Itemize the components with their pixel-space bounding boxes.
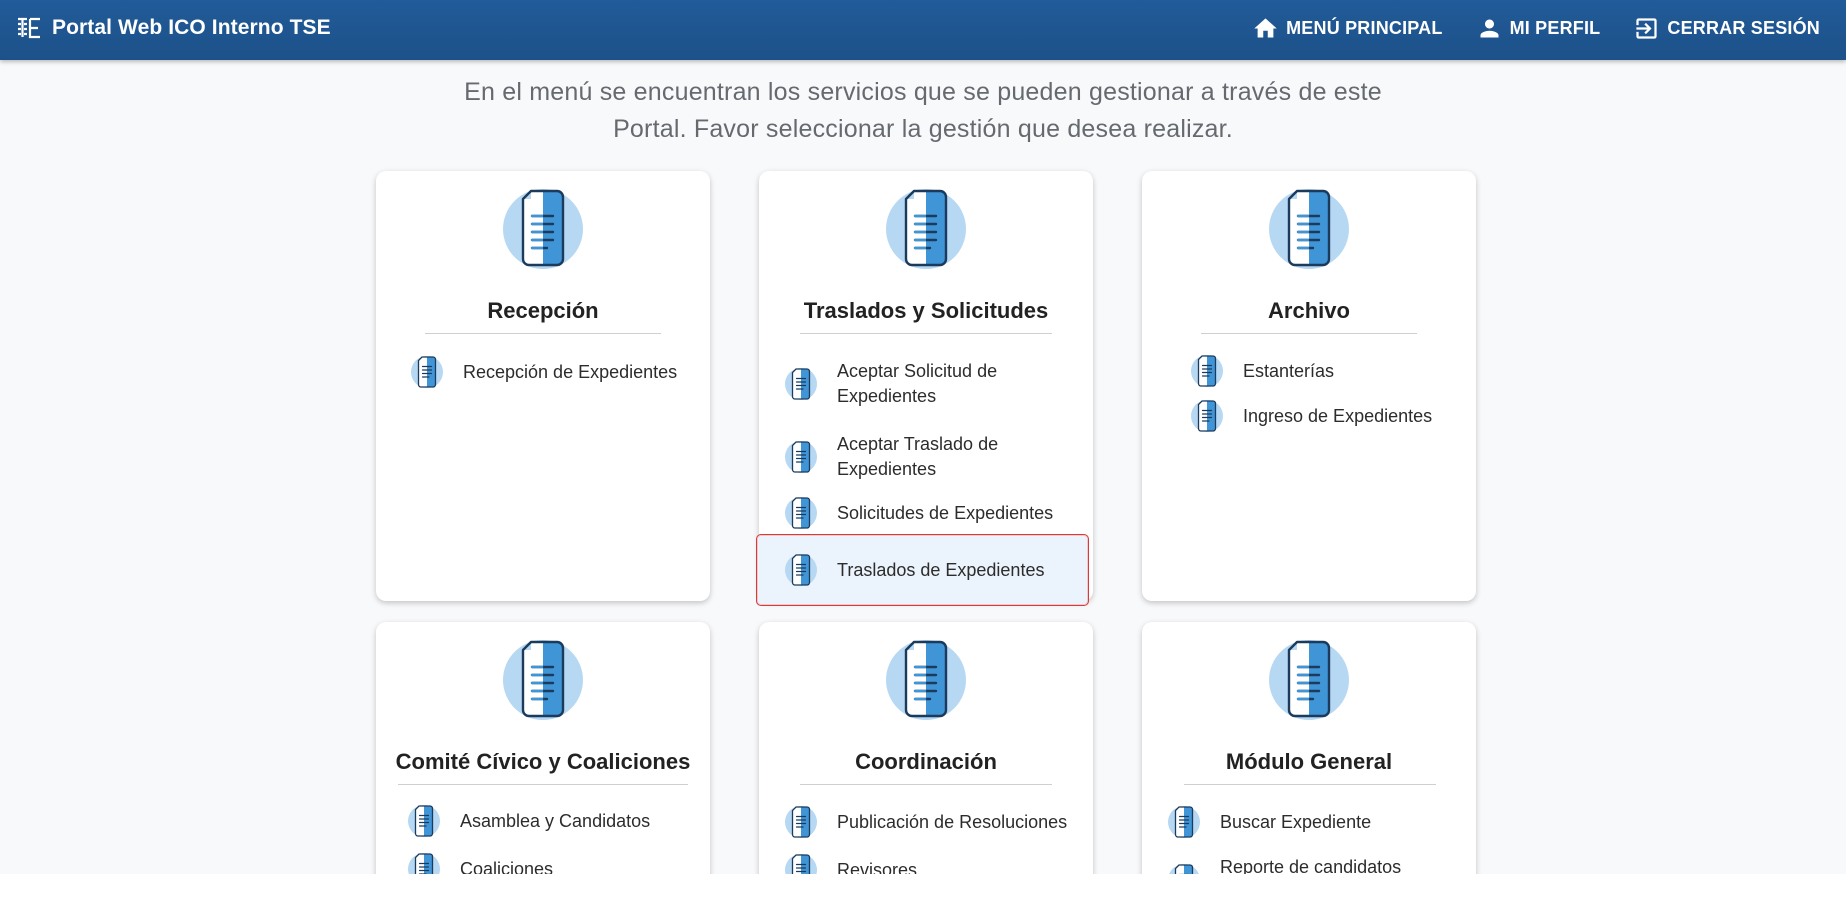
nav-label-menu-principal: MENÚ PRINCIPAL <box>1286 17 1443 38</box>
document-icon <box>1267 187 1351 271</box>
menu-item-reporte-de-candidatos[interactable]: Reporte de candidatospostulados o Inscri… <box>1167 855 1401 874</box>
card-title: Coordinación <box>855 749 997 774</box>
document-icon <box>1167 863 1201 874</box>
document-icon <box>501 638 585 722</box>
mi-perfil-button[interactable]: MI PERFIL <box>1476 15 1601 42</box>
menu-item-aceptar-traslado-de-expedientes[interactable]: Aceptar Traslado de Expedientes <box>784 432 998 482</box>
nav-label-cerrar-sesion: CERRAR SESIÓN <box>1667 17 1820 38</box>
menu-item-label: Traslados de Expedientes <box>837 559 1045 580</box>
document-icon <box>784 853 818 874</box>
card-divider <box>800 784 1052 785</box>
card-divider <box>425 333 661 334</box>
menu-item-buscar-expediente[interactable]: Buscar Expediente <box>1167 805 1371 839</box>
document-icon <box>884 638 968 722</box>
document-icon <box>1190 354 1224 388</box>
nav-label-mi-perfil: MI PERFIL <box>1509 17 1601 38</box>
menu-item-publicacion-de-resoluciones[interactable]: Publicación de Resoluciones <box>784 805 1067 839</box>
logout-icon <box>1636 17 1657 39</box>
top-navigation-bar: Portal Web ICO Interno TSE MENÚ PRINCIPA… <box>0 0 1846 60</box>
menu-item-label: Coaliciones <box>460 858 554 875</box>
menu-item-label: Reporte de candidatospostulados o Inscri… <box>1220 857 1402 874</box>
menu-item-label: Aceptar Solicitud de Expedientes <box>837 361 998 406</box>
document-icon <box>407 804 441 838</box>
menu-item-coaliciones[interactable]: Coaliciones <box>407 852 553 874</box>
intro-line-1: En el menú se encuentran los servicios q… <box>464 78 1382 106</box>
menu-item-revisores[interactable]: Revisores <box>784 853 917 874</box>
card-traslados-y-solicitudes: Traslados y Solicitudes Aceptar Solicitu… <box>756 171 1093 606</box>
menu-item-recepcion-de-expedientes[interactable]: Recepción de Expedientes <box>410 355 677 389</box>
cerrar-sesion-button[interactable]: CERRAR SESIÓN <box>1633 15 1820 42</box>
menu-item-traslados-de-expedientes[interactable]: Traslados de Expedientes <box>756 534 1089 606</box>
card-archivo: Archivo Estanterías Ingreso de Expedient… <box>1142 171 1476 601</box>
menu-item-estanterias[interactable]: Estanterías <box>1190 354 1334 388</box>
menu-item-ingreso-de-expedientes[interactable]: Ingreso de Expedientes <box>1190 399 1432 433</box>
menu-item-label: Aceptar Traslado de Expedientes <box>837 434 999 479</box>
card-divider <box>1184 784 1436 785</box>
document-icon <box>784 805 818 839</box>
document-icon <box>1190 399 1224 433</box>
card-divider <box>1201 333 1417 334</box>
menu-item-label: Buscar Expediente <box>1220 811 1372 832</box>
menu-item-label: Revisores <box>837 859 918 875</box>
menu-item-label: Recepción de Expedientes <box>463 361 678 382</box>
menu-item-label: Estanterías <box>1243 360 1335 381</box>
menu-item-asamblea-y-candidatos[interactable]: Asamblea y Candidatos <box>407 804 650 838</box>
document-icon <box>784 440 818 474</box>
document-icon <box>1267 638 1351 722</box>
card-coordinacion: Coordinación Publicación de Resoluciones… <box>759 622 1093 874</box>
card-title: Recepción <box>487 298 599 323</box>
card-divider <box>800 333 1052 334</box>
menu-item-label: Asamblea y Candidatos <box>460 810 651 831</box>
main-content: En el menú se encuentran los servicios q… <box>0 60 1846 874</box>
document-icon <box>784 367 818 401</box>
document-icon <box>784 553 818 587</box>
card-comite-civico-y-coaliciones: Comité Cívico y Coaliciones Asamblea y C… <box>376 622 710 874</box>
user-icon <box>1480 19 1499 37</box>
header-nav: MENÚ PRINCIPAL MI PERFIL CERRAR SESIÓN <box>1219 0 1820 56</box>
menu-item-solicitudes-de-expedientes[interactable]: Solicitudes de Expedientes <box>784 496 1053 530</box>
menu-item-label: Ingreso de Expedientes <box>1243 405 1433 426</box>
card-title: Módulo General <box>1225 749 1393 774</box>
document-icon <box>501 187 585 271</box>
card-modulo-general: Módulo General Buscar Expediente Reporte… <box>1142 622 1476 874</box>
document-icon <box>407 852 441 874</box>
menu-item-label: Solicitudes de Expedientes <box>837 502 1054 523</box>
menu-principal-button[interactable]: MENÚ PRINCIPAL <box>1252 15 1442 42</box>
card-title: Archivo <box>1268 298 1350 323</box>
home-icon <box>1254 17 1277 37</box>
card-title: Traslados y Solicitudes <box>803 298 1049 323</box>
brand[interactable]: Portal Web ICO Interno TSE <box>16 0 331 56</box>
card-divider <box>398 784 688 785</box>
document-icon <box>884 187 968 271</box>
card-title: Comité Cívico y Coaliciones <box>395 749 691 774</box>
intro-line-2: Portal. Favor seleccionar la gestión que… <box>613 115 1233 143</box>
app-title: Portal Web ICO Interno TSE <box>52 16 331 39</box>
document-icon <box>784 496 818 530</box>
menu-item-label: Publicación de Resoluciones <box>837 811 1068 832</box>
intro-text: En el menú se encuentran los servicios q… <box>0 74 1846 148</box>
document-icon <box>1167 805 1201 839</box>
document-icon <box>410 355 444 389</box>
card-recepcion: Recepción Recepción de Expedientes <box>376 171 710 601</box>
tse-logo-icon <box>18 17 40 39</box>
menu-item-aceptar-solicitud-de-expedientes[interactable]: Aceptar Solicitud de Expedientes <box>784 359 997 409</box>
